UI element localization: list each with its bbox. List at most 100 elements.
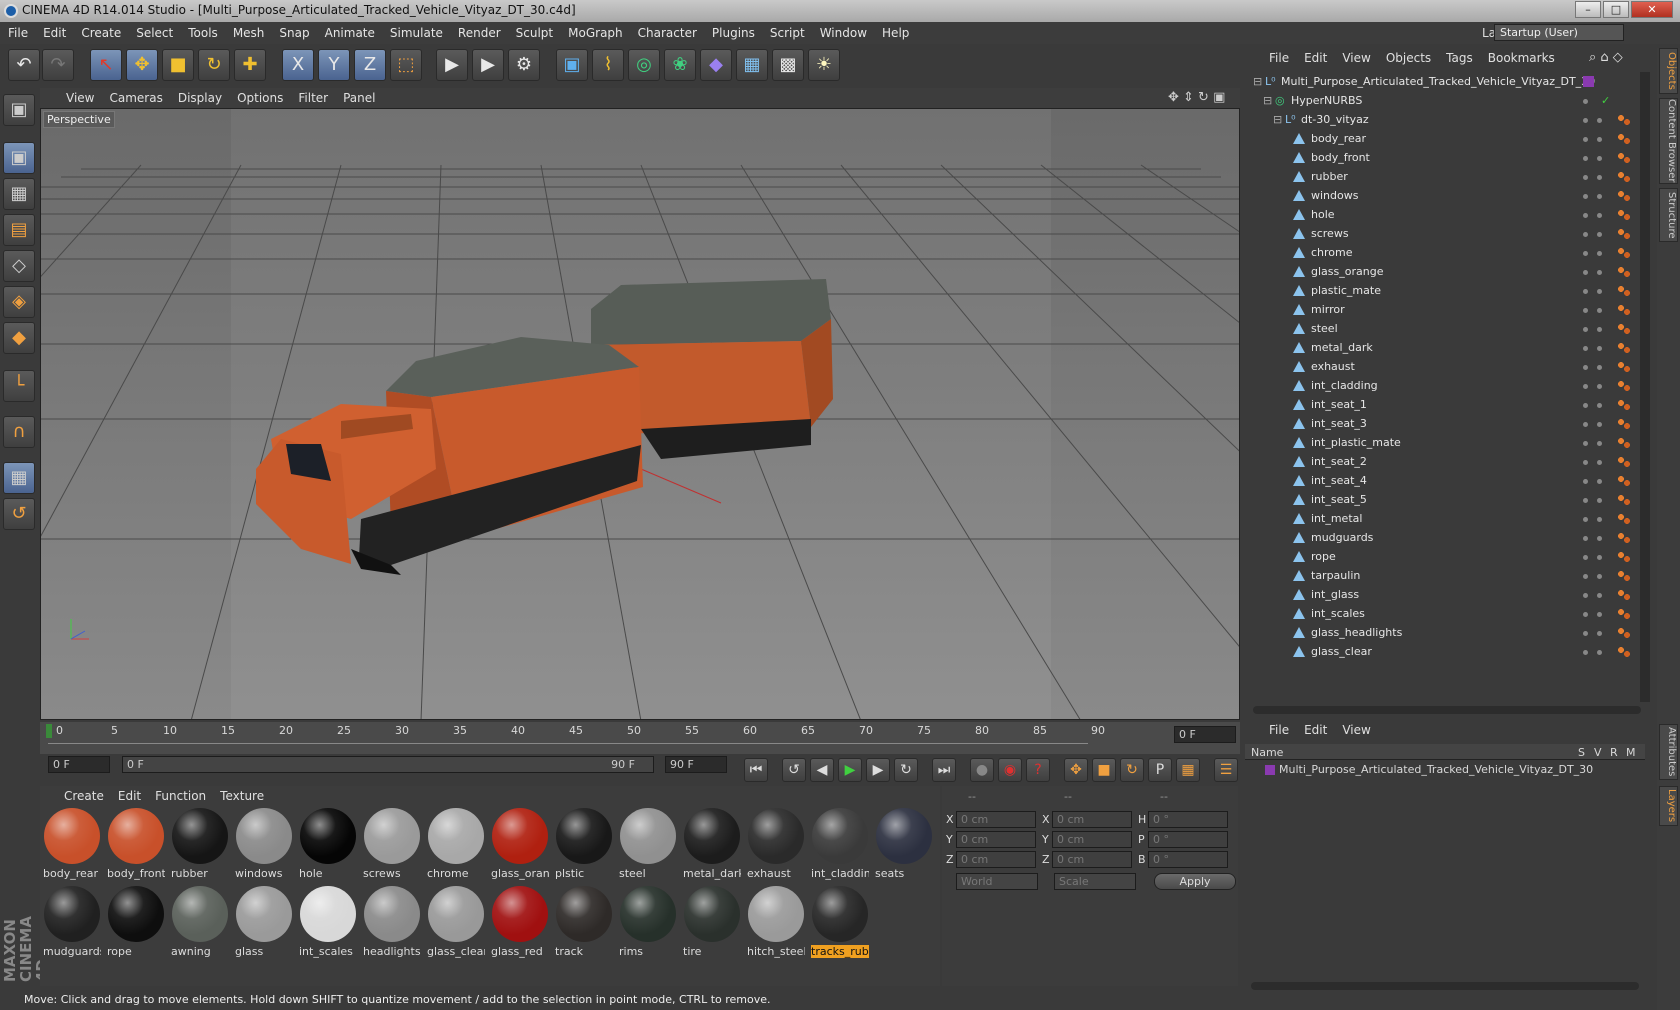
material-swatch[interactable]: int_claddin xyxy=(810,806,870,880)
visibility-dot[interactable] xyxy=(1583,346,1588,351)
world-select[interactable]: World xyxy=(956,873,1038,890)
snap-button[interactable]: ▦ xyxy=(3,462,35,494)
apply-button[interactable]: Apply xyxy=(1154,873,1236,890)
visibility-dot[interactable] xyxy=(1583,194,1588,199)
enabled-check-icon[interactable]: ✓ xyxy=(1601,94,1610,107)
redo-button[interactable]: ↷ xyxy=(42,49,74,81)
menu-sculpt[interactable]: Sculpt xyxy=(508,22,560,40)
rotation-b-field[interactable]: 0 ° xyxy=(1148,851,1228,868)
position-y-field[interactable]: 0 cm xyxy=(956,831,1036,848)
material-swatch[interactable]: plstic xyxy=(554,806,614,880)
tree-row[interactable]: int_scales xyxy=(1245,604,1645,624)
next-frame-button[interactable]: ▶ xyxy=(866,758,890,782)
make-editable-button[interactable]: ▣ xyxy=(3,94,35,126)
render-dot[interactable] xyxy=(1597,593,1602,598)
menu-animate[interactable]: Animate xyxy=(317,22,382,40)
minimize-button[interactable]: – xyxy=(1575,1,1601,18)
material-tag-icon[interactable] xyxy=(1617,285,1631,297)
object-hscrollbar[interactable] xyxy=(1253,706,1641,714)
tree-row[interactable]: exhaust xyxy=(1245,357,1645,377)
add-spline-button[interactable]: ⌇ xyxy=(592,49,624,81)
record-button[interactable]: ● xyxy=(970,758,994,782)
menu-render[interactable]: Render xyxy=(450,22,508,40)
render-dot[interactable] xyxy=(1597,517,1602,522)
size-z-field[interactable]: 0 cm xyxy=(1052,851,1132,868)
viewport-menu-options[interactable]: Options xyxy=(229,88,290,105)
render-dot[interactable] xyxy=(1597,156,1602,161)
z-axis-button[interactable]: Z xyxy=(354,49,386,81)
layer-col-name[interactable]: Name xyxy=(1251,746,1283,759)
render-dot[interactable] xyxy=(1597,555,1602,560)
tree-row[interactable]: mudguards xyxy=(1245,528,1645,548)
add-tool-button[interactable]: ✚ xyxy=(234,49,266,81)
tree-row[interactable]: body_front xyxy=(1245,148,1645,168)
tree-row[interactable]: tarpaulin xyxy=(1245,566,1645,586)
material-swatch[interactable]: glass_oran xyxy=(490,806,550,880)
visibility-dot[interactable] xyxy=(1583,308,1588,313)
render-dot[interactable] xyxy=(1597,270,1602,275)
tree-row[interactable]: int_seat_3 xyxy=(1245,414,1645,434)
key-position-button[interactable]: ✥ xyxy=(1064,758,1088,782)
material-tag-icon[interactable] xyxy=(1617,380,1631,392)
material-swatch[interactable]: screws xyxy=(362,806,422,880)
next-key-button[interactable]: ↻ xyxy=(894,758,918,782)
key-rotation-button[interactable]: ↻ xyxy=(1120,758,1144,782)
tree-row-root[interactable]: ⊟ L⁰ Multi_Purpose_Articulated_Tracked_V… xyxy=(1245,72,1645,92)
layer-row[interactable]: Multi_Purpose_Articulated_Tracked_Vehicl… xyxy=(1245,761,1645,779)
visibility-dot[interactable] xyxy=(1583,384,1588,389)
material-swatch[interactable]: seats xyxy=(874,806,934,880)
tree-row[interactable]: int_cladding xyxy=(1245,376,1645,396)
y-axis-button[interactable]: Y xyxy=(318,49,350,81)
material-swatch[interactable]: headlights xyxy=(362,884,422,958)
render-dot[interactable] xyxy=(1597,194,1602,199)
layer-col-view[interactable]: V xyxy=(1594,746,1602,759)
material-swatch[interactable]: body_rear xyxy=(42,806,102,880)
add-light-button[interactable]: ☀ xyxy=(808,49,840,81)
tree-row[interactable]: glass_orange xyxy=(1245,262,1645,282)
material-swatch[interactable]: rope xyxy=(106,884,166,958)
add-deformer-button[interactable]: ◆ xyxy=(700,49,732,81)
prev-frame-button[interactable]: ◀ xyxy=(810,758,834,782)
visibility-dot[interactable] xyxy=(1583,289,1588,294)
goto-end-button[interactable]: ⏭ xyxy=(932,758,956,782)
start-frame-field[interactable]: 0 F xyxy=(48,756,110,773)
move-tool-button[interactable]: ✥ xyxy=(126,49,158,81)
timeline-button[interactable]: ☰ xyxy=(1214,758,1238,782)
material-tag-icon[interactable] xyxy=(1617,551,1631,563)
goto-start-button[interactable]: ⏮ xyxy=(744,758,768,782)
close-button[interactable]: ✕ xyxy=(1631,1,1673,18)
play-button[interactable]: ▶ xyxy=(838,758,862,782)
material-swatch[interactable]: exhaust xyxy=(746,806,806,880)
position-z-field[interactable]: 0 cm xyxy=(956,851,1036,868)
material-swatch[interactable]: windows xyxy=(234,806,294,880)
visibility-dot[interactable] xyxy=(1583,612,1588,617)
render-dot[interactable] xyxy=(1597,327,1602,332)
tree-row[interactable]: plastic_mate xyxy=(1245,281,1645,301)
visibility-dot[interactable] xyxy=(1583,270,1588,275)
tree-row[interactable]: glass_headlights xyxy=(1245,623,1645,643)
viewport-nav-icons[interactable]: ✥ ⇕ ↻ ▣ xyxy=(1168,90,1225,105)
material-swatch[interactable]: steel xyxy=(618,806,678,880)
scale-select[interactable]: Scale xyxy=(1054,873,1136,890)
object-menu-bookmarks[interactable]: Bookmarks xyxy=(1480,48,1562,65)
material-swatch[interactable]: awning xyxy=(170,884,230,958)
render-to-picture-viewer-button[interactable]: ▶ xyxy=(472,49,504,81)
polygons-mode-button[interactable]: ◆ xyxy=(3,322,35,354)
maximize-button[interactable]: □ xyxy=(1603,1,1629,18)
visibility-dot[interactable] xyxy=(1583,251,1588,256)
visibility-dot[interactable] xyxy=(1583,365,1588,370)
visibility-dot[interactable] xyxy=(1583,517,1588,522)
tree-row-hypernurbs[interactable]: ⊟ ◎ HyperNURBS ✓ xyxy=(1245,91,1645,111)
visibility-dot[interactable] xyxy=(1583,156,1588,161)
viewport-menu-filter[interactable]: Filter xyxy=(290,88,335,105)
render-dot[interactable] xyxy=(1597,213,1602,218)
material-tag-icon[interactable] xyxy=(1617,304,1631,316)
tab-attributes[interactable]: Attributes xyxy=(1659,724,1678,780)
material-tag-icon[interactable] xyxy=(1617,266,1631,278)
tree-row-group[interactable]: ⊟ L⁰ dt-30_vityaz xyxy=(1245,110,1645,130)
size-y-field[interactable]: 0 cm xyxy=(1052,831,1132,848)
size-x-field[interactable]: 0 cm xyxy=(1052,811,1132,828)
visibility-dot[interactable] xyxy=(1583,574,1588,579)
layer-hscrollbar[interactable] xyxy=(1251,982,1639,990)
render-dot[interactable] xyxy=(1597,175,1602,180)
